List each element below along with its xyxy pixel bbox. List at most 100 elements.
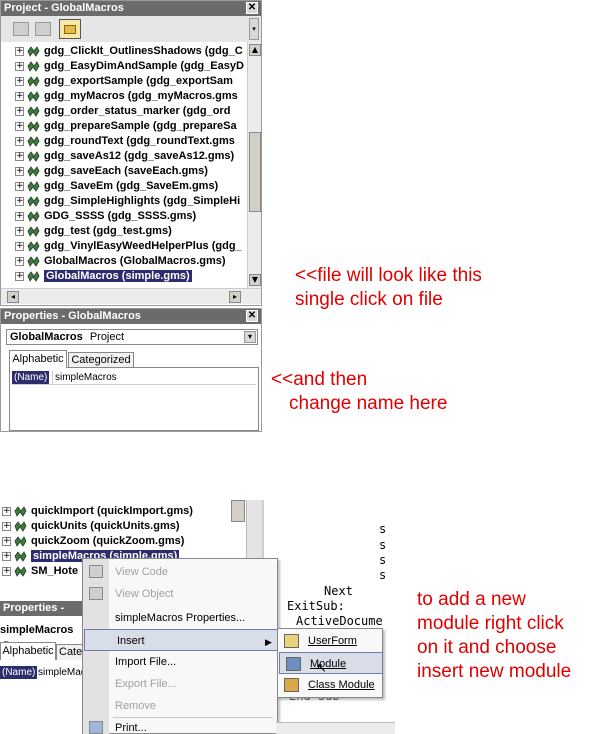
menu-item-label: simpleMacros Properties...: [115, 612, 246, 624]
menu-item[interactable]: Import File...: [83, 651, 279, 673]
scroll-right-arrow[interactable]: ▸: [229, 291, 241, 303]
module-icon: [14, 505, 27, 517]
tree-item[interactable]: + GlobalMacros (GlobalMacros.gms): [15, 254, 226, 269]
module-icon: [27, 150, 40, 162]
tree-item[interactable]: + quickUnits (quickUnits.gms): [2, 519, 180, 534]
code-hscrollbar[interactable]: [276, 722, 395, 734]
tree-item[interactable]: + gdg_prepareSample (gdg_prepareSa: [15, 119, 237, 134]
expand-plus-icon[interactable]: +: [15, 46, 24, 56]
tree-item[interactable]: + gdg_SaveEm (gdg_SaveEm.gms): [15, 179, 218, 194]
tree-item[interactable]: + gdg_exportSample (gdg_exportSam: [15, 74, 233, 89]
menu-item[interactable]: Print...: [83, 717, 279, 734]
project-panel-title: Project - GlobalMacros: [1, 1, 261, 16]
expand-plus-icon[interactable]: +: [15, 106, 24, 116]
module-icon: [27, 270, 40, 282]
expand-plus-icon[interactable]: +: [2, 551, 11, 561]
tree-item[interactable]: + gdg_VinylEasyWeedHelperPlus (gdg_: [15, 239, 242, 254]
scroll-down-arrow[interactable]: ▼: [249, 274, 261, 286]
tree-item[interactable]: + gdg_ClickIt_OutlinesShadows (gdg_C: [15, 44, 243, 59]
tab-alphabetic[interactable]: Alphabetic: [0, 642, 56, 660]
expand-plus-icon[interactable]: +: [2, 536, 11, 546]
project-vscrollbar[interactable]: ▲ ▼: [247, 42, 261, 288]
tree-item[interactable]: + gdg_saveAs12 (gdg_saveAs12.gms): [15, 149, 234, 164]
code-side-char: s: [379, 522, 387, 536]
expand-plus-icon[interactable]: +: [2, 506, 11, 516]
close-icon[interactable]: ✕: [246, 310, 258, 322]
menu-item[interactable]: Export File...: [83, 673, 279, 695]
menu-item[interactable]: Insert: [84, 629, 278, 651]
submenu-item-label: Class Module: [308, 679, 375, 691]
expand-plus-icon[interactable]: +: [15, 166, 24, 176]
expand-plus-icon[interactable]: +: [15, 91, 24, 101]
annotation-line: insert new module: [417, 661, 572, 682]
expand-plus-icon[interactable]: +: [2, 566, 11, 576]
expand-plus-icon[interactable]: +: [15, 211, 24, 221]
expand-plus-icon[interactable]: +: [15, 181, 24, 191]
module-icon: [14, 535, 27, 547]
menu-item[interactable]: Remove: [83, 695, 279, 717]
toolbar-scroll-down[interactable]: ▾: [249, 18, 259, 40]
tree-item[interactable]: + gdg_test (gdg_test.gms): [15, 224, 172, 239]
properties-panel-title: Properties - GlobalMacros: [1, 309, 261, 324]
expand-plus-icon[interactable]: +: [15, 196, 24, 206]
tree-item[interactable]: + quickImport (quickImport.gms): [2, 504, 193, 519]
expand-plus-icon[interactable]: +: [15, 121, 24, 131]
module-icon: [27, 165, 40, 177]
object-name: simpleMacros: [0, 624, 74, 636]
tree-item-label: gdg_saveAs12 (gdg_saveAs12.gms): [44, 150, 235, 162]
menu-item[interactable]: simpleMacros Properties...: [83, 607, 279, 629]
expand-plus-icon[interactable]: +: [15, 61, 24, 71]
tab-categorized[interactable]: Categorized: [68, 352, 134, 368]
submenu-item[interactable]: Module ↖: [279, 652, 383, 675]
tree-item-label: GlobalMacros (GlobalMacros.gms): [44, 255, 226, 267]
bottom-property-row[interactable]: (Name) simpleMac: [0, 666, 90, 680]
view-object-icon[interactable]: [35, 22, 51, 36]
submenu-item[interactable]: UserForm: [278, 630, 384, 652]
module-icon: [27, 255, 40, 267]
tab-alphabetic[interactable]: Alphabetic: [9, 350, 67, 368]
property-name-value[interactable]: simpleMacros: [52, 371, 117, 384]
tree-scroll-thumb[interactable]: [231, 500, 245, 522]
project-panel-title-text: Project - GlobalMacros: [4, 2, 124, 14]
module-icon: [27, 105, 40, 117]
expand-plus-icon[interactable]: +: [15, 271, 24, 281]
toggle-folders-icon[interactable]: [59, 19, 81, 39]
tree-item[interactable]: + gdg_saveEach (saveEach.gms): [15, 164, 208, 179]
scroll-up-arrow[interactable]: ▲: [249, 44, 261, 56]
tree-item[interactable]: + GDG_SSSS (gdg_SSSS.gms): [15, 209, 196, 224]
tree-item[interactable]: + gdg_myMacros (gdg_myMacros.gms: [15, 89, 238, 104]
tree-item-label: gdg_roundText (gdg_roundText.gms: [44, 135, 235, 147]
module-icon: [27, 90, 40, 102]
tree-item-label: gdg_myMacros (gdg_myMacros.gms: [44, 90, 238, 102]
menu-item[interactable]: View Object: [83, 583, 279, 605]
chevron-down-icon[interactable]: ▾: [244, 331, 256, 343]
submenu-item[interactable]: Class Module: [278, 674, 384, 696]
project-hscrollbar[interactable]: ◂ ▸: [1, 288, 261, 304]
tree-item[interactable]: + gdg_EasyDimAndSample (gdg_EasyD: [15, 59, 244, 74]
tree-item[interactable]: + SM_Hote: [2, 564, 78, 579]
expand-plus-icon[interactable]: +: [15, 76, 24, 86]
module-icon: [27, 60, 40, 72]
tab-categorized-label: Cate: [59, 646, 83, 658]
tree-item[interactable]: + quickZoom (quickZoom.gms): [2, 534, 184, 549]
scroll-left-arrow[interactable]: ◂: [7, 291, 19, 303]
property-row-name[interactable]: (Name) simpleMacros: [12, 371, 256, 385]
expand-plus-icon[interactable]: +: [15, 226, 24, 236]
view-code-icon[interactable]: [13, 22, 29, 36]
tree-item[interactable]: + GlobalMacros (simple.gms): [15, 269, 192, 284]
expand-plus-icon[interactable]: +: [15, 136, 24, 146]
expand-plus-icon[interactable]: +: [15, 151, 24, 161]
expand-plus-icon[interactable]: +: [2, 521, 11, 531]
expand-plus-icon[interactable]: +: [15, 256, 24, 266]
bottom-object-dropdown[interactable]: simpleMacros Pr: [0, 622, 90, 652]
expand-plus-icon[interactable]: +: [15, 241, 24, 251]
close-icon[interactable]: ✕: [246, 2, 258, 14]
tree-item[interactable]: + gdg_SimpleHighlights (gdg_SimpleHi: [15, 194, 240, 209]
menu-item[interactable]: View Code: [83, 561, 279, 583]
annotation-line: to add a new: [417, 589, 526, 610]
tree-item[interactable]: + gdg_roundText (gdg_roundText.gms: [15, 134, 235, 149]
scroll-thumb[interactable]: [249, 132, 261, 212]
tree-item[interactable]: + gdg_order_status_marker (gdg_ord: [15, 104, 230, 119]
object-dropdown[interactable]: GlobalMacros Project ▾: [6, 329, 258, 345]
tree-item-label: gdg_SimpleHighlights (gdg_SimpleHi: [44, 195, 241, 207]
